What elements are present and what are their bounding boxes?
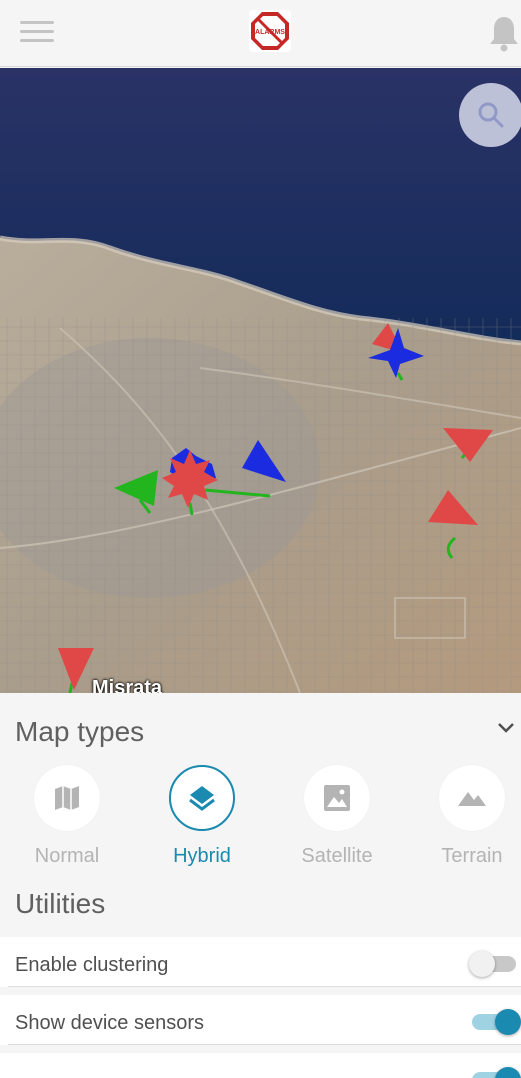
layers-icon [189,786,215,811]
top-app-bar: ALARMS [0,0,521,67]
alert-marker-red[interactable] [58,648,94,690]
utility-row-partial[interactable] [0,1053,521,1078]
map-view[interactable]: Misrata [0,68,521,693]
enable-clustering-row[interactable]: Enable clustering [0,937,521,987]
alert-marker-red[interactable] [443,428,493,462]
alert-marker-blue[interactable] [368,328,424,378]
app-logo: ALARMS [249,10,291,52]
mountains-icon [458,792,486,806]
zoom-button[interactable] [459,83,521,147]
search-icon [478,102,504,128]
alert-marker-red[interactable] [162,450,218,508]
map-types-title: Map types [15,716,145,747]
map-place-label: Misrata [92,677,163,693]
enable-clustering-toggle[interactable] [469,951,517,977]
map-options-sheet: Map types Normal Hybrid Satellite Terrai… [0,693,521,1078]
utility-toggle[interactable] [469,1067,521,1078]
app-screen: ALARMS [0,0,521,1078]
map-icon [55,786,79,810]
image-icon [324,785,350,811]
show-device-sensors-row[interactable]: Show device sensors [0,995,521,1045]
hamburger-menu-icon[interactable] [20,21,54,43]
utilities-title: Utilities [15,888,106,919]
chevron-down-icon[interactable] [496,721,516,735]
show-device-sensors-toggle[interactable] [469,1009,521,1035]
map-type-terrain[interactable]: Terrain [417,765,521,875]
alert-marker-red[interactable] [428,490,478,525]
map-type-normal[interactable]: Normal [12,765,122,875]
map-type-satellite[interactable]: Satellite [282,765,392,875]
alert-marker-blue[interactable] [242,440,286,482]
bell-icon[interactable] [488,14,520,52]
map-type-hybrid[interactable]: Hybrid [147,765,257,875]
alert-marker-green[interactable] [114,470,158,506]
